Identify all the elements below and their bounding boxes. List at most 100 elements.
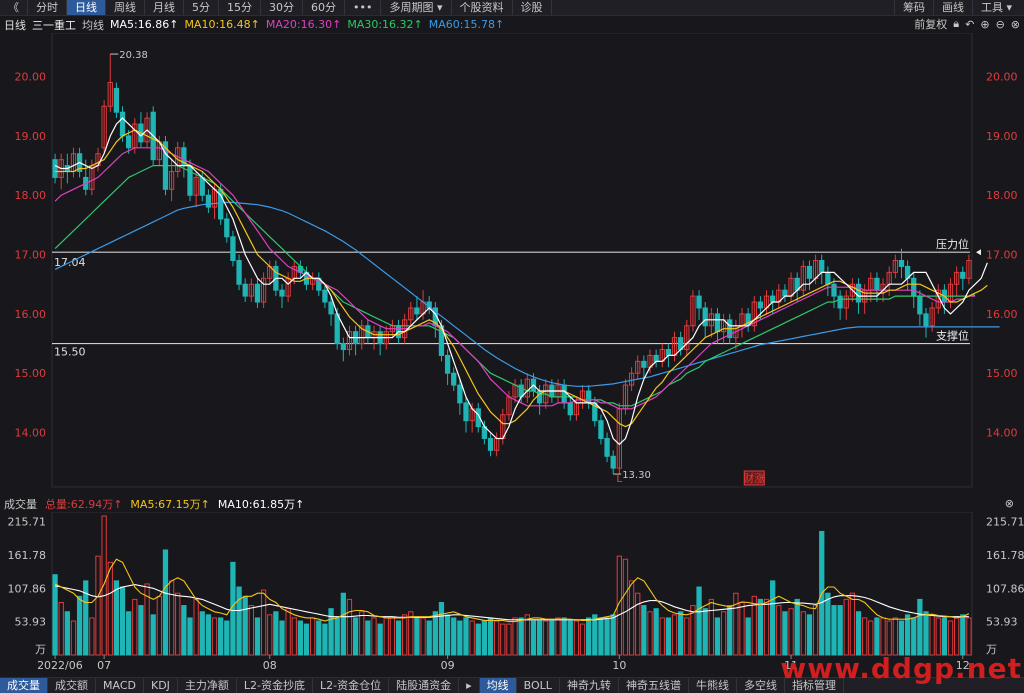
volume-bar [487, 617, 494, 656]
adjust-button[interactable]: 前复权 [914, 16, 947, 32]
volume-bar [414, 617, 420, 656]
candle-body [757, 301, 764, 309]
volume-bar [242, 595, 248, 656]
candle-body [340, 343, 346, 350]
indicator-tab-0[interactable]: 成交量 [0, 678, 48, 693]
tab-period-11[interactable]: 诊股 [513, 0, 552, 15]
zoom-in-icon[interactable]: ⊕ [980, 18, 989, 31]
volume-bar [855, 611, 862, 656]
indicator-tab-3[interactable]: KDJ [144, 678, 178, 693]
volume-bar [641, 605, 647, 656]
candle-body [610, 455, 616, 469]
candle-body [119, 111, 126, 137]
volume-bar [555, 617, 561, 656]
volume-total: 总量:62.94万↑ [45, 497, 123, 511]
undo-icon[interactable]: ↶ [965, 18, 974, 31]
volume-bar [843, 598, 849, 656]
volume-bar [218, 617, 224, 656]
x-tick-label: 08 [263, 659, 277, 672]
candle-body [230, 236, 236, 261]
tab-period-0[interactable]: 分时 [28, 0, 67, 15]
candle-body [598, 420, 604, 439]
volume-bar [536, 620, 543, 656]
tab-period-2[interactable]: 周线 [106, 0, 145, 15]
volume-bar [95, 555, 101, 656]
candlestick-chart[interactable]: 20.00 20.00 19.00 19.00 18.00 18.00 17.00 17.00… [0, 33, 1024, 495]
volume-bar [788, 608, 794, 656]
lock-icon[interactable]: 🔒︎ [953, 17, 959, 31]
toolbar-right-0[interactable]: 筹码 [893, 0, 933, 15]
volume-bar [340, 592, 346, 656]
volume-bar [89, 617, 95, 656]
x-tick-label: 2022/06 [37, 659, 83, 672]
indicator-tab-5[interactable]: L2-资金抄底 [237, 678, 314, 693]
toolbar-right-1[interactable]: 画线 [932, 0, 972, 15]
indicator-tab-12[interactable]: 神奇五线谱 [619, 678, 689, 693]
indicator-tab-10[interactable]: BOLL [517, 678, 560, 693]
indicator-tab-8[interactable]: ▸ [459, 678, 480, 693]
tab-period-8[interactable]: ••• [345, 0, 382, 15]
volume-bar [205, 614, 212, 656]
tab-period-6[interactable]: 30分 [261, 0, 303, 15]
candle-body [782, 289, 788, 297]
ma-value-4: MA60:15.78↑ [428, 18, 505, 31]
candle-body [960, 271, 966, 279]
indicator-tab-4[interactable]: 主力净额 [178, 678, 237, 693]
volume-bar [831, 605, 837, 656]
tab-period-4[interactable]: 5分 [184, 0, 219, 15]
tab-period-9[interactable]: 多周期图 ▾ [381, 0, 452, 15]
stock-name[interactable]: 三一重工 [32, 17, 76, 33]
ma-setting-label[interactable]: 均线 [82, 17, 104, 33]
volume-bar [549, 620, 555, 656]
y-tick-left: 20.00 [15, 71, 47, 84]
volume-tick-left: 万 [35, 643, 46, 656]
volume-tick-right: 161.78 [986, 549, 1024, 562]
volume-bar [592, 614, 598, 656]
volume-chart[interactable]: 215.71 215.71 161.78 161.78 107.86 107.86 53.9… [0, 512, 1024, 675]
indicator-tab-2[interactable]: MACD [96, 678, 144, 693]
tab-period-10[interactable]: 个股资料 [452, 0, 513, 15]
ma20-line [54, 147, 976, 410]
volume-bar [635, 592, 641, 656]
indicator-tab-7[interactable]: 陆股通资金 [389, 678, 460, 693]
back-button[interactable]: 《 [0, 0, 28, 15]
candle-body [837, 295, 843, 309]
indicator-tab-14[interactable]: 多空线 [737, 678, 785, 693]
volume-bar [150, 614, 156, 656]
event-marker: 财涨 [743, 471, 765, 485]
candle-body [665, 348, 672, 356]
volume-bar [481, 620, 488, 656]
y-tick-left: 15.00 [15, 367, 47, 380]
indicator-tab-11[interactable]: 神奇九转 [560, 678, 619, 693]
indicator-tab-9[interactable]: 均线 [479, 678, 517, 693]
indicator-tab-13[interactable]: 牛熊线 [689, 678, 737, 693]
close-icon[interactable]: ⊗ [1011, 18, 1020, 31]
tab-period-1[interactable]: 日线 [67, 0, 106, 15]
toolbar-right-2[interactable]: 工具 ▾ [971, 0, 1020, 15]
tab-period-7[interactable]: 60分 [303, 0, 345, 15]
candle-body [126, 135, 132, 149]
volume-bar [322, 623, 328, 656]
tab-period-5[interactable]: 15分 [219, 0, 261, 15]
volume-bar [500, 623, 506, 656]
indicator-tab-6[interactable]: L2-资金仓位 [313, 678, 390, 693]
candle-body [457, 384, 463, 404]
volume-bar [806, 614, 813, 656]
volume-bar [475, 623, 481, 656]
candle-body [831, 283, 837, 297]
y-tick-left: 16.00 [15, 308, 47, 321]
tab-period-3[interactable]: 月线 [145, 0, 184, 15]
volume-bar [334, 617, 340, 656]
volume-bar [285, 608, 291, 656]
volume-bar [224, 620, 230, 656]
volume-bar [260, 589, 267, 656]
volume-close-icon[interactable]: ⊗ [1005, 497, 1014, 510]
volume-bar [543, 620, 549, 656]
volume-bar [193, 598, 199, 656]
zoom-out-icon[interactable]: ⊖ [996, 18, 1005, 31]
volume-bar [628, 580, 635, 656]
indicator-tab-1[interactable]: 成交额 [48, 678, 96, 693]
price-pointer-icon [976, 249, 981, 256]
volume-bar [291, 617, 297, 656]
volume-bar [457, 620, 463, 656]
